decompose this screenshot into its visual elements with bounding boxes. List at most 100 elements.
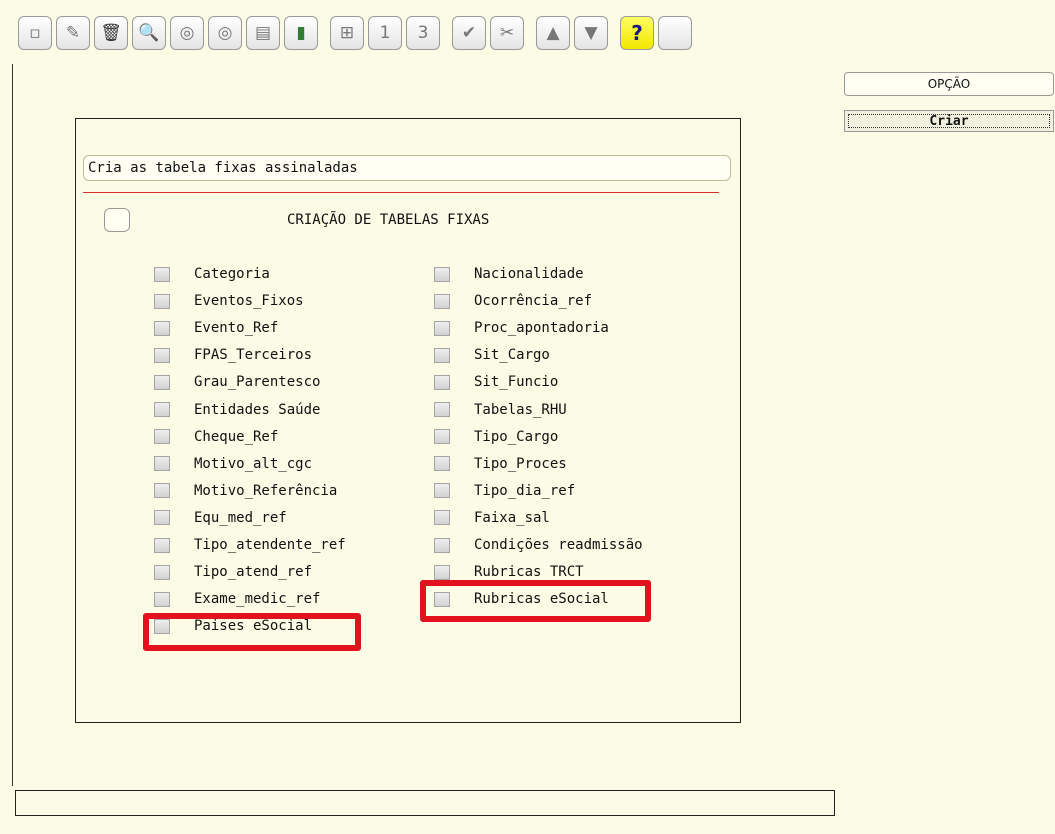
rank-first-icon[interactable]: 1 (368, 16, 402, 50)
checklist-item[interactable]: Motivo_Referência (154, 481, 337, 501)
item-label: Cheque_Ref (194, 428, 279, 445)
blank-icon[interactable] (658, 16, 692, 50)
checklist-item[interactable]: Cheque_Ref (154, 427, 278, 447)
checklist-item[interactable]: Proc_apontadoria (434, 318, 609, 338)
checklist-item[interactable]: Sit_Funcio (434, 372, 558, 392)
exit-door-icon[interactable]: ▮ (284, 16, 318, 50)
checklist-item[interactable]: Tipo_dia_ref (434, 481, 575, 501)
item-checkbox[interactable] (434, 266, 450, 282)
search-icon[interactable]: 🔍 (132, 16, 166, 50)
item-checkbox[interactable] (434, 564, 450, 580)
trash-icon[interactable]: 🗑 (94, 16, 128, 50)
item-label: Motivo_Referência (194, 482, 338, 499)
item-checkbox[interactable] (434, 293, 450, 309)
highlight-rubricas-esocial (420, 580, 651, 622)
item-checkbox[interactable] (154, 320, 170, 336)
new-doc-icon[interactable]: ▫ (18, 16, 52, 50)
rank-third-icon[interactable]: 3 (406, 16, 440, 50)
item-checkbox[interactable] (434, 347, 450, 363)
checklist-item[interactable]: Tipo_Proces (434, 454, 567, 474)
print-icon[interactable]: ▤ (246, 16, 280, 50)
tools-icon[interactable]: ✂ (490, 16, 524, 50)
filter-icon[interactable]: ▼ (574, 16, 608, 50)
checklist-item[interactable]: Entidades Saúde (154, 400, 320, 420)
item-label: Nacionalidade (474, 266, 584, 282)
toolbar: ▫ ✎ 🗑 🔍 ◎ ◎ ▤ ▮ ⊞ 1 3 ✔ ✂ ▲ ▼ ? (18, 16, 692, 50)
binoculars-icon[interactable]: ⊞ (330, 16, 364, 50)
item-checkbox[interactable] (154, 429, 170, 445)
checklist-item[interactable]: Nacionalidade (434, 264, 584, 284)
item-checkbox[interactable] (154, 347, 170, 363)
item-checkbox[interactable] (434, 456, 450, 472)
checklist-item[interactable]: Eventos_Fixos (154, 291, 304, 311)
item-checkbox[interactable] (154, 266, 170, 282)
item-label: FPAS_Terceiros (194, 347, 313, 364)
item-label: Exame_medic_ref (194, 591, 321, 608)
item-checkbox[interactable] (154, 591, 170, 607)
checklist-item[interactable]: Tabelas_RHU (434, 400, 567, 420)
up-triangle-icon[interactable]: ▲ (536, 16, 570, 50)
highlight-paises-esocial (143, 613, 361, 651)
checklist-item[interactable]: Exame_medic_ref (154, 589, 320, 609)
item-label: Tipo_dia_ref (474, 482, 576, 499)
item-label: Motivo_alt_cgc (194, 455, 313, 472)
item-label: Tipo_Proces (474, 455, 567, 472)
item-label: Faixa_sal (474, 509, 550, 526)
checklist-item[interactable]: Ocorrência_ref (434, 291, 592, 311)
divider (83, 192, 719, 193)
item-checkbox[interactable] (154, 402, 170, 417)
item-label: Tabelas_RHU (474, 401, 567, 418)
prev-circle-icon[interactable]: ◎ (170, 16, 204, 50)
item-checkbox[interactable] (154, 456, 170, 472)
status-bar (15, 790, 835, 816)
item-checkbox[interactable] (154, 510, 170, 526)
item-label: Tipo_Cargo (474, 428, 559, 445)
item-checkbox[interactable] (434, 483, 450, 499)
item-checkbox[interactable] (434, 429, 450, 445)
item-label: Condições readmissão (474, 537, 643, 553)
edit-pencil-icon[interactable]: ✎ (56, 16, 90, 50)
item-label: Tipo_atend_ref (194, 564, 313, 581)
check-icon[interactable]: ✔ (452, 16, 486, 50)
item-checkbox[interactable] (434, 510, 450, 526)
option-button[interactable]: OPÇÃO (844, 72, 1054, 96)
item-label: Grau_Parentesco (194, 374, 321, 391)
item-label: Equ_med_ref (194, 509, 287, 526)
item-checkbox[interactable] (154, 483, 170, 499)
checklist-item[interactable]: Categoria (154, 264, 270, 284)
item-label: Proc_apontadoria (474, 320, 609, 337)
item-label: Entidades Saúde (194, 401, 321, 418)
checklist-item[interactable]: Tipo_Cargo (434, 427, 558, 447)
checklist-item[interactable]: Motivo_alt_cgc (154, 454, 312, 474)
checklist-item[interactable]: Equ_med_ref (154, 508, 287, 528)
item-label: Eventos_Fixos (194, 293, 304, 310)
create-button-label: Criar (929, 113, 969, 129)
item-checkbox[interactable] (434, 374, 450, 390)
item-label: Sit_Cargo (474, 347, 550, 364)
select-all-checkbox[interactable] (104, 208, 130, 232)
item-checkbox[interactable] (434, 537, 450, 553)
item-label: Rubricas TRCT (474, 564, 584, 581)
item-checkbox[interactable] (154, 537, 170, 553)
checklist-item[interactable]: Grau_Parentesco (154, 372, 320, 392)
item-checkbox[interactable] (154, 293, 170, 309)
next-circle-icon[interactable]: ◎ (208, 16, 242, 50)
item-label: Categoria (194, 266, 270, 282)
checklist-item[interactable]: Sit_Cargo (434, 345, 550, 365)
checklist-item[interactable]: Evento_Ref (154, 318, 278, 338)
item-label: Sit_Funcio (474, 374, 559, 391)
checklist-item[interactable]: Tipo_atendente_ref (154, 535, 346, 555)
page-title: CRIAÇÃO DE TABELAS FIXAS (287, 212, 490, 228)
item-checkbox[interactable] (434, 320, 450, 336)
checklist-item[interactable]: FPAS_Terceiros (154, 345, 312, 365)
item-checkbox[interactable] (434, 402, 450, 417)
help-icon[interactable]: ? (620, 16, 654, 50)
create-button[interactable]: Criar (844, 110, 1054, 132)
item-checkbox[interactable] (154, 564, 170, 580)
checklist-item[interactable]: Tipo_atend_ref (154, 562, 312, 582)
item-label: Ocorrência_ref (474, 293, 593, 310)
checklist-item[interactable]: Condições readmissão (434, 535, 643, 555)
description-field[interactable]: Cria as tabela fixas assinaladas (83, 155, 731, 181)
item-checkbox[interactable] (154, 374, 170, 390)
checklist-item[interactable]: Faixa_sal (434, 508, 550, 528)
